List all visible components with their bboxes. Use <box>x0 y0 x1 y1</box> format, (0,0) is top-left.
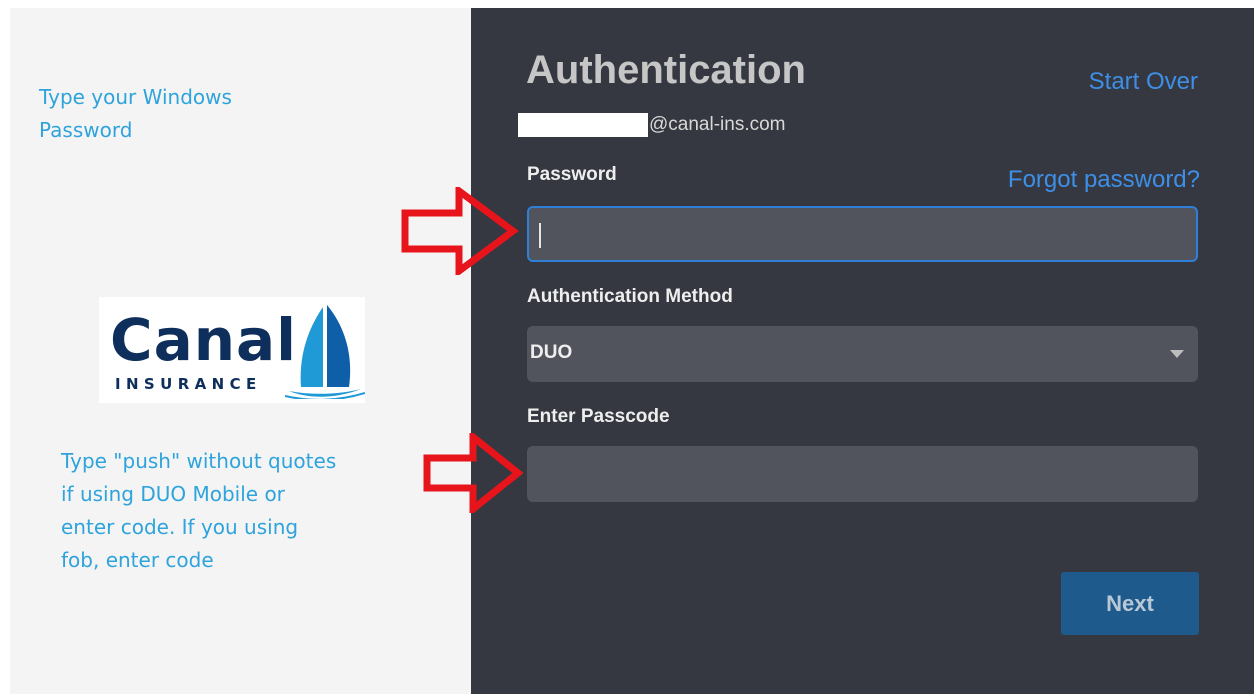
logo-wordmark: Canal <box>110 306 298 374</box>
authentication-panel: Authentication Start Over @canal-ins.com… <box>471 8 1254 694</box>
next-button[interactable]: Next <box>1061 572 1199 635</box>
logo-tagline: INSURANCE <box>115 375 262 393</box>
user-email-domain: @canal-ins.com <box>649 114 786 135</box>
authentication-method-select[interactable]: DUO <box>527 326 1198 382</box>
password-instruction: Type your Windows Password <box>39 85 232 142</box>
text-cursor <box>539 223 541 248</box>
authentication-method-label: Authentication Method <box>527 286 733 307</box>
instruction-panel: Type your Windows Password Canal INSURAN… <box>10 8 471 694</box>
passcode-field[interactable] <box>527 446 1198 502</box>
selected-method: DUO <box>530 342 573 363</box>
red-arrow-icon <box>401 187 519 275</box>
red-arrow-icon <box>423 433 523 513</box>
chevron-down-icon <box>1170 350 1184 358</box>
sailboat-icon <box>285 305 365 399</box>
username-redaction <box>518 113 648 137</box>
password-field[interactable] <box>527 206 1198 262</box>
start-over-link[interactable]: Start Over <box>1089 68 1198 96</box>
password-label: Password <box>527 164 617 185</box>
forgot-password-link[interactable]: Forgot password? <box>1008 166 1200 194</box>
canal-insurance-logo: Canal INSURANCE <box>99 297 365 403</box>
passcode-label: Enter Passcode <box>527 406 670 427</box>
page-title: Authentication <box>526 48 806 92</box>
passcode-instruction: Type "push" without quotes if using DUO … <box>61 449 337 572</box>
